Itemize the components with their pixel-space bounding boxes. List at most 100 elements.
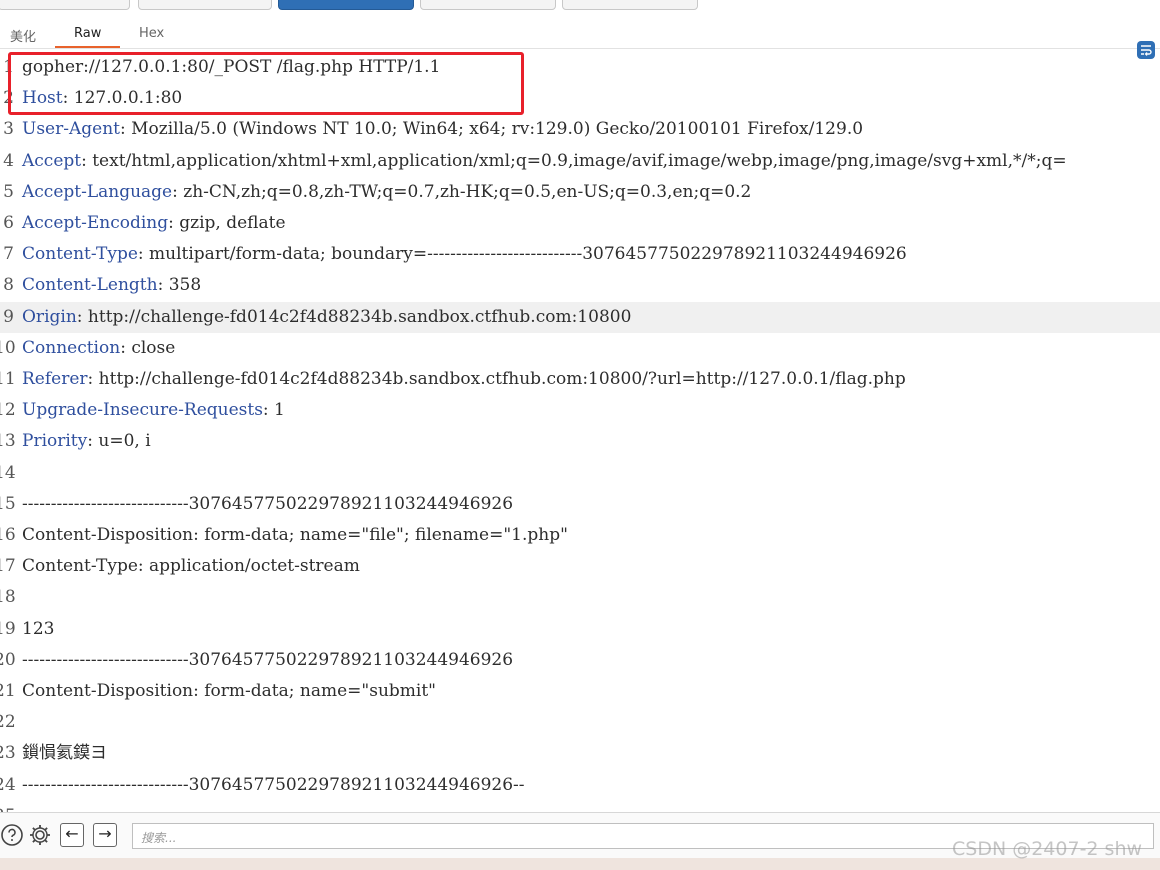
search-previous-button[interactable]: ←	[60, 823, 84, 847]
line-text: gopher://127.0.0.1:80/_POST /flag.php HT…	[22, 52, 440, 83]
header-name: Accept-Language	[22, 181, 173, 202]
editor-line[interactable]: 9 Origin: http://challenge-fd014c2f4d8823…	[0, 301, 1160, 333]
line-number: 9	[3, 306, 14, 327]
editor-line[interactable]: 18	[0, 582, 1160, 613]
editor-line[interactable]: 22	[0, 707, 1160, 738]
line-text: Content-Type: multipart/form-data; bound…	[22, 239, 907, 270]
editor-line[interactable]: 14	[0, 458, 1160, 489]
header-name: Host	[22, 88, 63, 109]
header-value: : http://challenge-fd014c2f4d88234b.sand…	[76, 306, 632, 327]
help-icon[interactable]	[0, 823, 24, 847]
line-text: Connection: close	[22, 333, 175, 364]
tab-raw[interactable]: Raw	[74, 26, 101, 41]
watermark: CSDN @2407-2 shw	[952, 838, 1143, 860]
editor-line[interactable]: 12 Upgrade-Insecure-Requests: 1	[0, 395, 1160, 426]
line-text: Referer: http://challenge-fd014c2f4d8823…	[22, 364, 906, 395]
header-name: Priority	[22, 431, 88, 452]
line-number: 22	[0, 712, 16, 733]
top-button-4[interactable]	[420, 0, 556, 10]
header-value: : u=0, i	[87, 431, 151, 452]
line-text: Accept: text/html,application/xhtml+xml,…	[22, 146, 1067, 177]
editor-line[interactable]: 15 -----------------------------307645775…	[0, 489, 1160, 520]
editor-line[interactable]: 7 Content-Type: multipart/form-data; boun…	[0, 239, 1160, 270]
line-text: -----------------------------30764577502…	[22, 770, 525, 801]
header-value: : multipart/form-data; boundary=--------…	[137, 244, 907, 265]
header-value: : 1	[262, 400, 285, 421]
active-tab-indicator	[55, 46, 120, 48]
gear-icon[interactable]	[28, 823, 52, 847]
top-button-3[interactable]	[278, 0, 414, 10]
editor-line[interactable]: 24 -----------------------------307645775…	[0, 770, 1160, 801]
header-value: : http://challenge-fd014c2f4d88234b.sand…	[87, 369, 906, 389]
header-value: Content-Type: application/octet-stream	[22, 556, 360, 577]
line-number: 14	[0, 462, 16, 483]
editor-line[interactable]: 5 Accept-Language: zh-CN,zh;q=0.8,zh-TW;q…	[0, 177, 1160, 208]
raw-request-editor[interactable]: 1 gopher://127.0.0.1:80/_POST /flag.php H…	[0, 52, 1160, 812]
header-value: Content-Disposition: form-data; name="fi…	[22, 525, 568, 545]
header-value: -----------------------------30764577502…	[22, 493, 514, 514]
line-text: Accept-Encoding: gzip, deflate	[22, 208, 286, 239]
line-number: 15	[0, 493, 16, 514]
line-text: User-Agent: Mozilla/5.0 (Windows NT 10.0…	[22, 114, 863, 145]
editor-line[interactable]: 19 123	[0, 614, 1160, 645]
line-number: 16	[0, 525, 16, 545]
line-number: 7	[3, 244, 14, 265]
view-tab-bar: 美化 Raw Hex	[0, 18, 1160, 59]
tab-hex[interactable]: Hex	[139, 26, 164, 41]
editor-line[interactable]: 25	[0, 801, 1160, 812]
top-button-1[interactable]	[0, 0, 130, 10]
header-name: Origin	[22, 306, 77, 327]
editor-line[interactable]: 13 Priority: u=0, i	[0, 426, 1160, 457]
editor-line[interactable]: 20 -----------------------------307645775…	[0, 645, 1160, 676]
line-number: 23	[0, 743, 16, 764]
line-text: Content-Disposition: form-data; name="su…	[22, 676, 436, 707]
header-name: Upgrade-Insecure-Requests	[22, 400, 263, 421]
header-value: : 127.0.0.1:80	[62, 88, 183, 109]
editor-line[interactable]: 2 Host: 127.0.0.1:80	[0, 83, 1160, 114]
line-text: Content-Length: 358	[22, 270, 201, 301]
tab-pretty[interactable]: 美化	[10, 26, 36, 45]
line-number: 10	[0, 337, 16, 358]
line-text: Accept-Language: zh-CN,zh;q=0.8,zh-TW;q=…	[22, 177, 751, 208]
line-text: 鎻愪氦鏌ヨ	[22, 738, 107, 769]
line-number: 11	[0, 369, 16, 389]
line-text: Upgrade-Insecure-Requests: 1	[22, 395, 285, 426]
header-value: 123	[22, 618, 55, 639]
line-number: 13	[0, 431, 16, 452]
line-text: 123	[22, 614, 54, 645]
header-name: Accept	[22, 150, 82, 171]
editor-line[interactable]: 16 Content-Disposition: form-data; name="…	[0, 520, 1160, 551]
editor-line[interactable]: 21 Content-Disposition: form-data; name="…	[0, 676, 1160, 707]
editor-line[interactable]: 6 Accept-Encoding: gzip, deflate	[0, 208, 1160, 239]
top-button-2[interactable]	[138, 0, 272, 10]
editor-line[interactable]: 23 鎻愪氦鏌ヨ	[0, 738, 1160, 769]
line-number: 24	[0, 774, 16, 795]
line-text: Content-Disposition: form-data; name="fi…	[22, 520, 568, 551]
editor-line[interactable]: 11 Referer: http://challenge-fd014c2f4d88…	[0, 364, 1160, 395]
line-text: -----------------------------30764577502…	[22, 645, 513, 676]
search-next-button[interactable]: →	[93, 823, 117, 847]
editor-line[interactable]: 1 gopher://127.0.0.1:80/_POST /flag.php H…	[0, 52, 1160, 83]
line-number: 21	[0, 681, 16, 701]
line-number: 6	[3, 213, 14, 233]
header-value: -----------------------------30764577502…	[22, 774, 525, 795]
top-button-5[interactable]	[562, 0, 698, 10]
line-number: 25	[0, 801, 16, 812]
header-value: : close	[120, 337, 176, 358]
header-value: 鎻愪氦鏌ヨ	[22, 743, 107, 764]
header-name: Content-Type	[22, 244, 138, 265]
top-button-strip	[0, 0, 1160, 12]
line-number: 8	[3, 275, 14, 296]
line-text: Content-Type: application/octet-stream	[22, 551, 360, 582]
editor-line[interactable]: 10 Connection: close	[0, 333, 1160, 364]
header-value: : Mozilla/5.0 (Windows NT 10.0; Win64; x…	[119, 119, 864, 140]
editor-line[interactable]: 17 Content-Type: application/octet-stream	[0, 551, 1160, 582]
header-value: -----------------------------30764577502…	[22, 649, 514, 670]
line-number: 19	[0, 618, 16, 639]
editor-line[interactable]: 4 Accept: text/html,application/xhtml+xml…	[0, 146, 1160, 177]
editor-line[interactable]: 3 User-Agent: Mozilla/5.0 (Windows NT 10.…	[0, 114, 1160, 145]
line-text: Origin: http://challenge-fd014c2f4d88234…	[22, 302, 631, 333]
editor-line[interactable]: 8 Content-Length: 358	[0, 270, 1160, 301]
header-value: gopher://127.0.0.1:80/_POST /flag.php HT…	[22, 57, 441, 77]
line-text: Host: 127.0.0.1:80	[22, 83, 182, 114]
